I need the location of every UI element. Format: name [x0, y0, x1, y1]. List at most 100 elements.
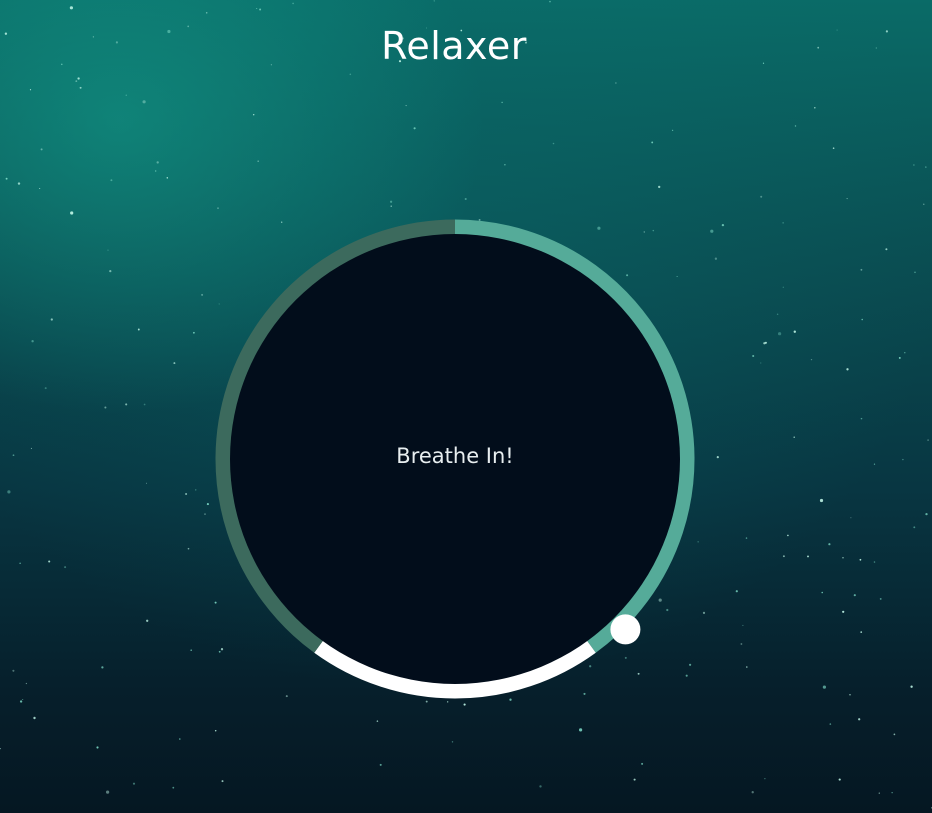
- star-dot: [910, 685, 913, 688]
- star-dot: [12, 669, 15, 672]
- star-dot: [842, 557, 844, 559]
- star-dot: [925, 512, 928, 516]
- star-dot: [745, 537, 748, 539]
- progress-pointer: [610, 614, 641, 645]
- breathing-circle: Breathe In!: [214, 218, 696, 700]
- star-dot: [29, 89, 32, 91]
- star-dot: [106, 790, 110, 794]
- star-dot: [885, 248, 888, 251]
- star-dot: [615, 82, 617, 84]
- star-dot: [716, 456, 719, 459]
- star-dot: [807, 555, 809, 558]
- star-dot: [787, 534, 789, 537]
- star-dot: [463, 703, 466, 706]
- star-dot: [814, 106, 816, 109]
- star-dot: [7, 490, 11, 494]
- star-dot: [923, 203, 925, 205]
- star-dot: [873, 463, 876, 465]
- star-dot: [782, 286, 784, 288]
- star-dot: [17, 182, 21, 185]
- star-dot: [904, 352, 906, 354]
- star-dot: [913, 164, 915, 166]
- star-dot: [914, 271, 916, 274]
- star-dot: [793, 436, 795, 438]
- star-dot: [349, 73, 352, 76]
- star-dot: [0, 747, 1, 750]
- star-dot: [77, 77, 80, 80]
- star-dot: [721, 223, 725, 227]
- star-dot: [832, 147, 835, 150]
- star-dot: [702, 611, 706, 615]
- star-dot: [776, 313, 779, 316]
- star-dot: [710, 229, 714, 233]
- star-dot: [846, 198, 848, 200]
- star-dot: [40, 148, 43, 151]
- star-dot: [810, 358, 813, 361]
- star-dot: [902, 458, 904, 461]
- star-dot: [156, 161, 159, 164]
- star-dot: [878, 792, 880, 794]
- star-dot: [12, 454, 15, 457]
- star-dot: [195, 489, 197, 491]
- star-dot: [858, 718, 861, 721]
- star-dot: [79, 86, 82, 89]
- star-dot: [217, 207, 219, 210]
- star-dot: [104, 406, 107, 409]
- star-dot: [764, 778, 766, 780]
- star-dot: [879, 597, 882, 600]
- star-dot: [259, 8, 262, 11]
- star-dot: [5, 177, 8, 180]
- star-dot: [641, 762, 644, 765]
- star-dot: [143, 403, 146, 406]
- star-dot: [75, 80, 78, 82]
- star-dot: [829, 723, 832, 725]
- star-dot: [252, 113, 255, 116]
- star-dot: [204, 513, 206, 515]
- star-dot: [752, 354, 755, 358]
- star-dot: [433, 0, 435, 2]
- star-dot: [19, 562, 21, 564]
- star-dot: [927, 439, 929, 441]
- star-dot: [205, 12, 208, 14]
- star-dot: [142, 100, 146, 104]
- star-dot: [778, 332, 782, 336]
- star-dot: [898, 356, 901, 359]
- star-dot: [842, 610, 845, 613]
- star-dot: [64, 566, 67, 569]
- star-dot: [838, 778, 841, 781]
- app-title: Relaxer: [381, 24, 527, 68]
- star-dot: [742, 624, 744, 626]
- star-dot: [145, 482, 148, 484]
- star-dot: [379, 763, 382, 766]
- star-dot: [425, 700, 428, 703]
- star-dot: [125, 94, 127, 96]
- star-dot: [464, 197, 467, 201]
- star-dot: [925, 166, 927, 168]
- star-dot: [819, 498, 824, 503]
- star-dot: [101, 666, 104, 669]
- star-dot: [30, 447, 32, 449]
- star-dot: [190, 649, 192, 651]
- star-dot: [913, 526, 916, 529]
- star-dot: [552, 142, 555, 145]
- star-dot: [539, 785, 542, 788]
- star-dot: [405, 105, 407, 107]
- star-dot: [893, 733, 896, 736]
- star-dot: [633, 778, 636, 781]
- star-dot: [764, 341, 767, 344]
- star-dot: [187, 547, 190, 550]
- star-dot: [846, 368, 849, 371]
- star-dot: [44, 387, 47, 390]
- star-dot: [850, 517, 852, 519]
- star-dot: [33, 716, 36, 720]
- star-dot: [671, 129, 674, 131]
- star-dot: [504, 164, 506, 166]
- star-dot: [859, 558, 862, 561]
- star-dot: [166, 177, 169, 179]
- star-dot: [39, 187, 41, 190]
- star-dot: [69, 6, 73, 10]
- star-dot: [735, 590, 738, 593]
- star-dot: [714, 257, 718, 260]
- star-dot: [221, 780, 224, 783]
- star-dot: [501, 101, 503, 104]
